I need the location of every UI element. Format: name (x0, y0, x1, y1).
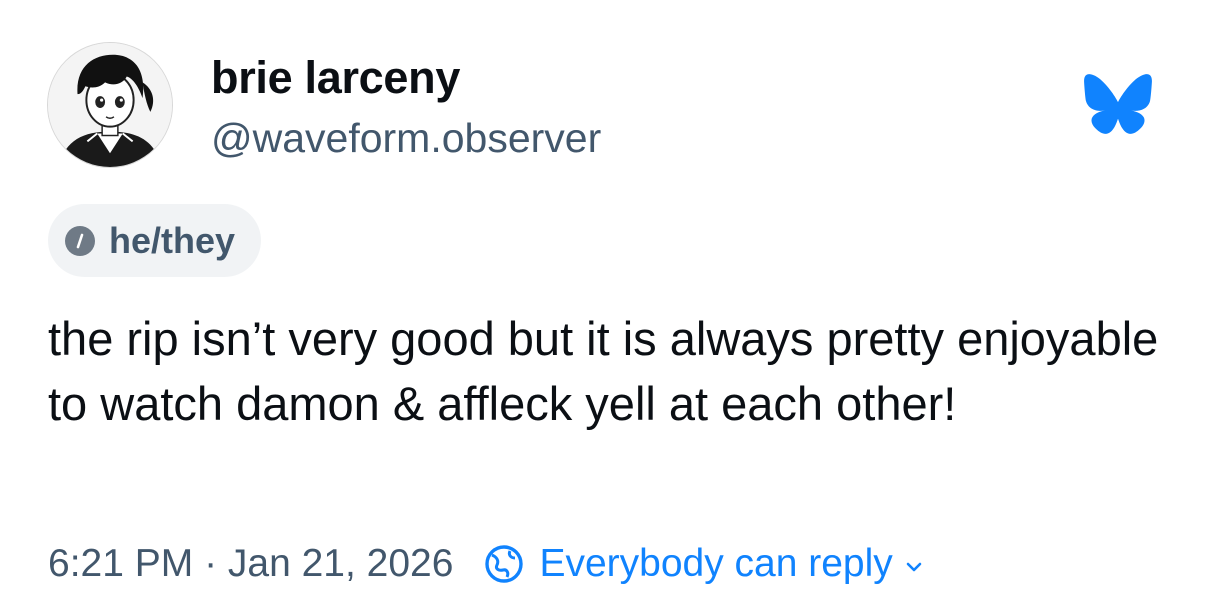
post-timestamp[interactable]: 6:21 PM · Jan 21, 2026 (48, 542, 453, 586)
chevron-down-icon (906, 562, 922, 572)
pronouns-pill[interactable]: he/they (48, 204, 262, 277)
reply-setting-label: Everybody can reply (539, 542, 893, 585)
author-handle[interactable]: @waveform.observer (211, 115, 601, 162)
globe-icon (485, 545, 524, 583)
author-display-name[interactable]: brie larceny (211, 52, 460, 104)
author-avatar[interactable] (47, 42, 173, 168)
post-footer: 6:21 PM · Jan 21, 2026 Everybody can rep… (48, 538, 925, 590)
pronouns-label: he/they (109, 219, 236, 261)
pronouns-info-icon (65, 225, 95, 256)
reply-setting-button[interactable]: Everybody can reply (483, 542, 924, 586)
bluesky-butterfly-icon[interactable] (1082, 73, 1154, 135)
avatar-illustration (48, 43, 172, 167)
post-card: brie larceny @waveform.observer he/they … (0, 0, 1206, 616)
post-text: the rip isn’t very good but it is always… (48, 312, 1159, 430)
